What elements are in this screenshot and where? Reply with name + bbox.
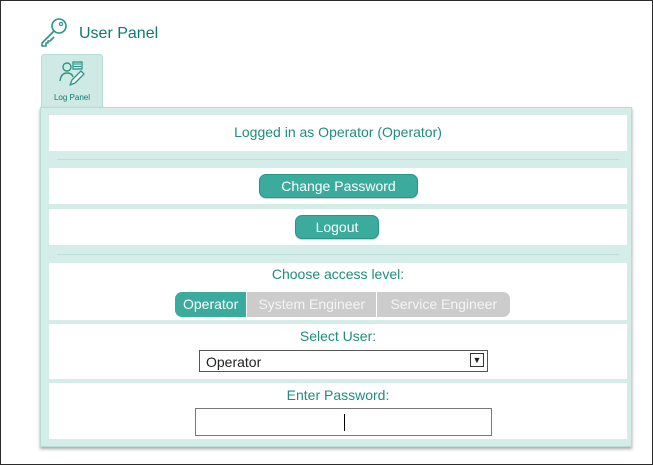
user-select-value: Operator <box>206 354 262 370</box>
access-level-label: Choose access level: <box>271 266 405 282</box>
key-icon <box>41 18 67 47</box>
logout-row: Logout <box>49 209 627 245</box>
status-text: Logged in as Operator (Operator) <box>234 124 442 140</box>
change-password-row: Change Password <box>49 168 627 204</box>
access-option-operator[interactable]: Operator <box>175 292 247 317</box>
change-password-button[interactable]: Change Password <box>259 174 418 198</box>
password-row: Enter Password: <box>49 383 627 439</box>
user-select[interactable]: Operator ▼ <box>199 350 488 372</box>
tab-log-panel[interactable]: Log Panel <box>41 54 103 108</box>
access-option-service-engineer[interactable]: Service Engineer <box>376 292 511 317</box>
divider <box>57 254 619 255</box>
tab-label: Log Panel <box>53 93 91 102</box>
text-caret <box>344 414 345 431</box>
status-row: Logged in as Operator (Operator) <box>49 115 627 151</box>
divider <box>57 159 619 160</box>
access-option-system-engineer[interactable]: System Engineer <box>246 292 377 317</box>
password-input[interactable] <box>195 408 492 436</box>
logout-button[interactable]: Logout <box>295 215 379 239</box>
user-edit-icon <box>59 61 85 86</box>
log-panel: Logged in as Operator (Operator) Change … <box>40 107 632 447</box>
page-title: User Panel <box>79 25 159 42</box>
password-label: Enter Password: <box>286 387 390 403</box>
select-user-label: Select User: <box>299 328 377 344</box>
chevron-down-icon[interactable]: ▼ <box>470 353 484 367</box>
access-level-row: Choose access level: Operator System Eng… <box>49 263 627 320</box>
access-level-selector: Operator System Engineer Service Enginee… <box>175 292 511 317</box>
select-user-row: Select User: Operator ▼ <box>49 324 627 379</box>
